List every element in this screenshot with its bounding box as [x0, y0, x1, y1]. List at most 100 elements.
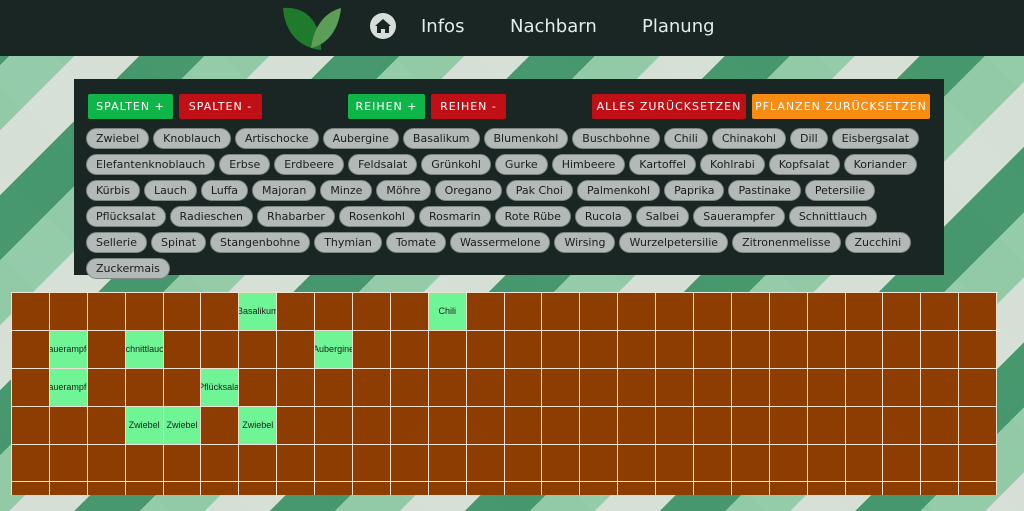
bed-cell[interactable] [87, 406, 126, 445]
bed-cell[interactable] [390, 444, 429, 483]
bed-cell[interactable] [731, 293, 770, 331]
bed-cell-planted[interactable]: Aubergine [315, 330, 354, 369]
bed-cell[interactable] [694, 368, 732, 407]
plant-chip[interactable]: Zucchini [844, 232, 912, 253]
plant-chip[interactable]: Erbse [219, 154, 271, 175]
bed-cell[interactable] [542, 482, 581, 495]
bed-cell[interactable] [163, 482, 202, 495]
bed-cell[interactable] [315, 482, 354, 495]
plant-chip[interactable]: Gurke [494, 154, 548, 175]
bed-cell[interactable] [845, 406, 884, 445]
bed-cell[interactable] [694, 482, 732, 495]
plant-chip[interactable]: Lauch [143, 180, 197, 201]
bed-cell[interactable] [807, 293, 846, 331]
bed-cell[interactable] [807, 330, 846, 369]
plant-chip[interactable]: Stangenbohne [210, 232, 311, 253]
bed-cell[interactable] [239, 330, 278, 369]
bed-cell[interactable] [239, 482, 278, 495]
bed-cell[interactable] [580, 444, 619, 483]
bed-cell[interactable] [504, 330, 543, 369]
bed-cell[interactable] [466, 368, 505, 407]
plant-chip[interactable]: Blumenkohl [483, 128, 569, 149]
bed-cell[interactable] [466, 293, 505, 331]
bed-cell[interactable] [769, 330, 808, 369]
bed-cell[interactable] [845, 330, 884, 369]
bed-cell[interactable] [807, 444, 846, 483]
plant-chip[interactable]: Rote Rübe [494, 206, 571, 227]
bed-cell[interactable] [959, 330, 998, 369]
remove-column-button[interactable]: SPALTEN - [179, 94, 262, 119]
bed-cell[interactable] [921, 368, 960, 407]
bed-cell-planted[interactable]: Basalikum [239, 293, 278, 331]
bed-cell[interactable] [277, 293, 316, 331]
bed-cell[interactable] [694, 444, 732, 483]
bed-cell[interactable] [125, 444, 164, 483]
bed-cell[interactable] [921, 444, 960, 483]
plant-chip[interactable]: Radieschen [169, 206, 253, 227]
bed-cell[interactable] [504, 482, 543, 495]
bed-cell[interactable] [618, 406, 657, 445]
remove-row-button[interactable]: REIHEN - [431, 94, 506, 119]
bed-cell[interactable] [353, 444, 391, 483]
bed-cell[interactable] [618, 368, 657, 407]
bed-cell[interactable] [656, 330, 695, 369]
bed-cell[interactable] [542, 406, 581, 445]
bed-cell[interactable] [277, 482, 316, 495]
bed-cell[interactable] [618, 293, 657, 331]
bed-cell[interactable] [163, 293, 202, 331]
bed-cell[interactable] [428, 444, 467, 483]
bed-cell[interactable] [315, 293, 354, 331]
plant-chip[interactable]: Feldsalat [348, 154, 418, 175]
bed-cell[interactable] [390, 293, 429, 331]
bed-cell-planted[interactable]: Zwiebel [125, 406, 164, 445]
plant-chip[interactable]: Koriander [843, 154, 917, 175]
plant-chip[interactable]: Dill [789, 128, 828, 149]
bed-cell[interactable] [807, 368, 846, 407]
bed-cell[interactable] [694, 406, 732, 445]
plant-chip[interactable]: Basalikum [402, 128, 480, 149]
bed-cell[interactable] [277, 444, 316, 483]
bed-cell[interactable] [87, 330, 126, 369]
plant-chip[interactable]: Petersilie [804, 180, 876, 201]
home-icon[interactable] [369, 12, 397, 40]
plant-chip[interactable]: Chinakohl [711, 128, 786, 149]
plant-chip[interactable]: Erdbeere [274, 154, 345, 175]
bed-cell[interactable] [921, 406, 960, 445]
bed-cell[interactable] [428, 330, 467, 369]
plant-chip[interactable]: Pflücksalat [86, 206, 166, 227]
plant-chip[interactable]: Sellerie [86, 232, 147, 253]
bed-cell[interactable] [731, 444, 770, 483]
bed-cell[interactable] [618, 444, 657, 483]
plant-chip[interactable]: Kohlrabi [700, 154, 765, 175]
bed-cell[interactable] [845, 293, 884, 331]
bed-cell[interactable] [125, 293, 164, 331]
bed-cell[interactable] [466, 444, 505, 483]
bed-cell-planted[interactable]: Sauerampfer [49, 368, 88, 407]
bed-cell[interactable] [12, 444, 50, 483]
bed-cell[interactable] [239, 444, 278, 483]
bed-cell[interactable] [694, 330, 732, 369]
bed-cell[interactable] [125, 368, 164, 407]
bed-cell-planted[interactable]: Chili [428, 293, 467, 331]
reset-all-button[interactable]: ALLES ZURÜCKSETZEN [592, 94, 746, 119]
plant-chip[interactable]: Grünkohl [421, 154, 491, 175]
bed-cell[interactable] [163, 330, 202, 369]
plant-chip[interactable]: Thymian [314, 232, 382, 253]
bed-cell[interactable] [731, 406, 770, 445]
bed-cell[interactable] [769, 406, 808, 445]
bed-cell[interactable] [353, 482, 391, 495]
bed-cell[interactable] [201, 482, 240, 495]
bed-cell[interactable] [315, 406, 354, 445]
bed-cell[interactable] [12, 482, 50, 495]
plant-chip[interactable]: Wurzelpetersilie [619, 232, 729, 253]
plant-chip[interactable]: Möhre [376, 180, 431, 201]
plant-chip[interactable]: Kürbis [86, 180, 140, 201]
nav-link-planung[interactable]: Planung [642, 15, 715, 39]
bed-cell[interactable] [428, 482, 467, 495]
plant-chip[interactable]: Wassermelone [450, 232, 551, 253]
bed-cell[interactable] [580, 368, 619, 407]
bed-cell[interactable] [656, 482, 695, 495]
plant-chip[interactable]: Tomate [385, 232, 446, 253]
bed-cell[interactable] [390, 482, 429, 495]
bed-cell[interactable] [504, 444, 543, 483]
